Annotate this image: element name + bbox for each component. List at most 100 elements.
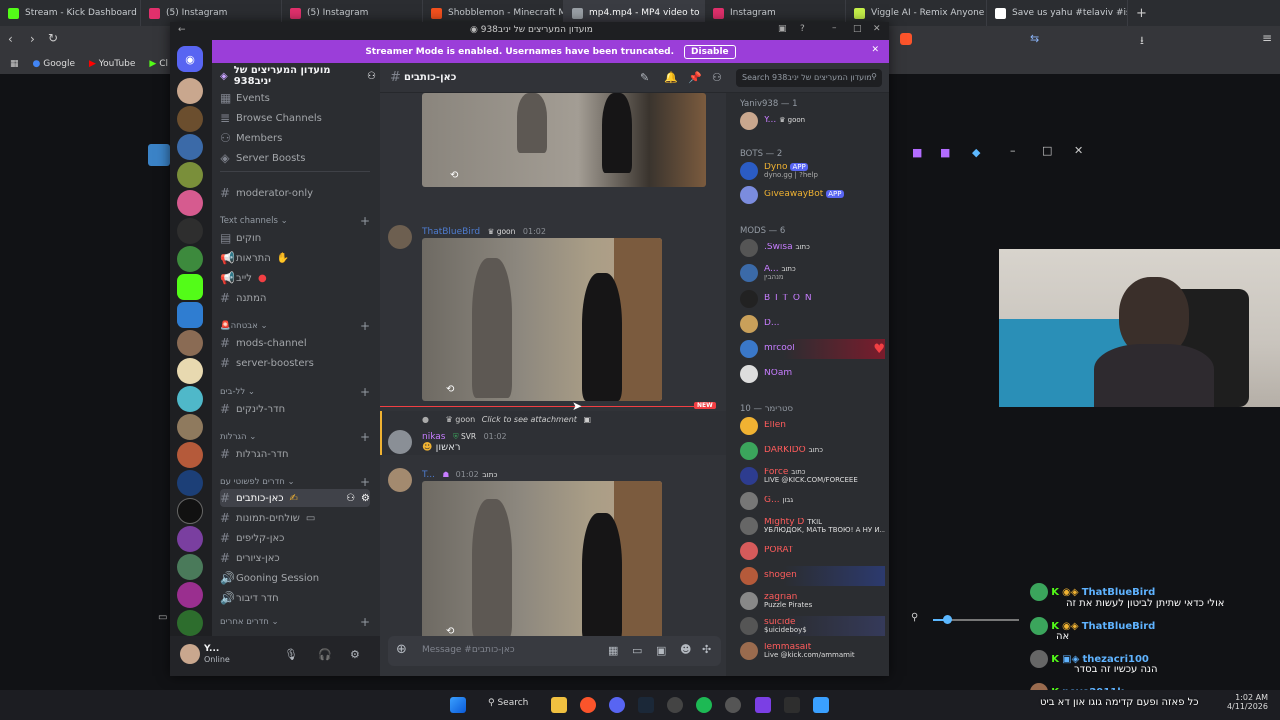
app-icon[interactable] <box>725 697 741 713</box>
new-tab-button[interactable]: + <box>1128 6 1147 21</box>
app-icon[interactable] <box>784 697 800 713</box>
server-icon[interactable] <box>177 470 203 496</box>
message-composer[interactable]: ⊕ Message #כאן-כותבים ▦ ▭ ▣ ☻ ✣ <box>388 636 721 666</box>
bookmark-google[interactable]: ● Google <box>33 59 75 69</box>
avatar[interactable] <box>388 430 412 454</box>
menu-icon[interactable]: ≡ <box>1262 31 1272 45</box>
spotify-icon[interactable] <box>696 697 712 713</box>
threads-icon[interactable]: ✎ <box>640 71 649 84</box>
voice-channel[interactable]: 🔊 חדר דיבור <box>220 589 370 607</box>
apps-icon[interactable]: ✣ <box>702 643 711 656</box>
file-explorer-icon[interactable] <box>551 697 567 713</box>
channel-item[interactable]: # המתנה <box>220 289 370 307</box>
add-channel-icon[interactable]: + <box>360 214 370 228</box>
member-list-icon[interactable]: ⚇ <box>712 71 722 84</box>
bell-icon[interactable]: 🔔 <box>664 71 678 84</box>
member-row[interactable]: B I T O N <box>740 289 885 309</box>
zoom-thumb[interactable] <box>943 615 952 624</box>
server-icon[interactable] <box>177 414 203 440</box>
discord-icon[interactable] <box>609 697 625 713</box>
member-row[interactable]: Y... ♛ goon <box>740 111 885 131</box>
brave-icon[interactable] <box>580 697 596 713</box>
server-icon[interactable] <box>177 78 203 104</box>
taskbar-clock[interactable]: 1:02 AM 4/11/2026 <box>1200 693 1268 711</box>
add-channel-icon[interactable]: + <box>360 385 370 399</box>
category-other[interactable]: חדרים אחרים ⌄ + <box>220 615 370 629</box>
browser-tab[interactable]: Stream - Kick Dashboard <box>0 0 141 26</box>
reply-preview[interactable]: ● ♛ goon Click to see attachment ▣ <box>422 415 591 424</box>
category-links[interactable]: לל-בים ⌄ + <box>220 385 370 399</box>
message-author[interactable]: T... <box>422 470 435 480</box>
member-row[interactable]: shogen <box>740 566 885 586</box>
close-icon[interactable]: ✕ <box>1074 144 1083 157</box>
member-row[interactable]: PORAT <box>740 541 885 561</box>
member-row[interactable]: Ellen <box>740 416 885 436</box>
member-row[interactable]: Dyno APP dyno.gg | ?help <box>740 161 885 181</box>
back-icon[interactable]: ‹ <box>8 32 13 46</box>
server-icon[interactable] <box>177 386 203 412</box>
member-row[interactable]: GiveawayBot APP <box>740 185 885 205</box>
channel-item[interactable]: # שולחים-תמונות ▭ <box>220 509 370 527</box>
channel-item[interactable]: ▤ חוקים <box>220 229 370 247</box>
member-row[interactable]: .Swisa כתוב <box>740 238 885 258</box>
browser-tab[interactable]: Save us yahu #telaviv #israel <box>987 0 1128 26</box>
member-row[interactable]: zagrian Puzzle Pirates <box>740 591 885 611</box>
member-row[interactable]: mrcool ♥ <box>740 339 885 359</box>
category-general[interactable]: חדרים לפשוטי עם ⌄ + <box>220 475 370 489</box>
member-row[interactable]: suicide $uicideboy$ <box>740 616 885 636</box>
avatar[interactable] <box>388 468 412 492</box>
settings-icon[interactable]: ⚙ <box>350 648 360 661</box>
member-row[interactable]: DARKIDO כתוב <box>740 441 885 461</box>
channel-item[interactable]: # כאן-קליפים <box>220 529 370 547</box>
app-icon[interactable] <box>755 697 771 713</box>
server-icon[interactable] <box>177 246 203 272</box>
member-row[interactable]: Mighty D TKIL УБЛЮДОК, МАТЬ ТВОЮ! А НУ И.… <box>740 516 885 536</box>
member-row[interactable]: NOam <box>740 364 885 384</box>
bookmark-other[interactable]: ▶ Cl <box>149 59 168 69</box>
server-icon[interactable] <box>177 134 203 160</box>
server-icon[interactable] <box>177 554 203 580</box>
kick-server-icon[interactable] <box>177 274 203 300</box>
sticker-icon[interactable]: ▣ <box>656 644 666 657</box>
avatar[interactable] <box>388 225 412 249</box>
bookmark-youtube[interactable]: ▶ YouTube <box>89 59 135 69</box>
server-icon[interactable] <box>177 302 203 328</box>
message-input[interactable]: Message #כאן-כותבים <box>422 645 515 655</box>
add-channel-icon[interactable]: + <box>360 319 370 333</box>
pin-icon[interactable]: 📌 <box>688 71 702 84</box>
message-author[interactable]: nikas <box>422 432 445 442</box>
server-header[interactable]: ◈ מועדון המעריצים של יניב938 ⚇ <box>220 65 376 87</box>
download-icon[interactable]: ⭳ <box>1140 32 1144 51</box>
app-icon[interactable] <box>813 697 829 713</box>
video-attachment[interactable]: ⟲ <box>422 93 706 187</box>
close-banner-icon[interactable]: ✕ <box>871 45 879 55</box>
browse-channels-item[interactable]: ≣ Browse Channels <box>220 109 370 127</box>
video-attachment[interactable]: ⟲ <box>422 238 662 401</box>
server-icon[interactable] <box>177 442 203 468</box>
invite-people-icon[interactable]: ⚇ <box>367 71 376 82</box>
server-icon[interactable] <box>177 330 203 356</box>
minimize-icon[interactable]: – <box>1010 144 1016 157</box>
voice-channel[interactable]: 🔊 Gooning Session <box>220 569 370 587</box>
taskbar-search[interactable]: ⚲ Search <box>488 698 528 708</box>
member-row[interactable]: G... גבון <box>740 491 885 511</box>
server-icon[interactable] <box>177 106 203 132</box>
show-desktop-icon[interactable]: ▭ <box>158 612 167 623</box>
user-name[interactable]: Y... <box>204 644 219 654</box>
channel-moderator-only[interactable]: # moderator-only <box>220 184 370 202</box>
category-giveaways[interactable]: הגרלות ⌄ + <box>220 430 370 444</box>
avatar[interactable] <box>180 644 200 664</box>
add-attachment-icon[interactable]: ⊕ <box>396 642 407 657</box>
reload-icon[interactable]: ↻ <box>48 31 58 45</box>
channel-item-active[interactable]: # כאן-כותבים ✍ ⚇ ⚙ <box>220 489 370 507</box>
back-icon[interactable]: ← <box>178 25 186 35</box>
headphones-icon[interactable]: 🎧 <box>318 648 332 661</box>
brave-shield-icon[interactable] <box>900 33 912 45</box>
server-icon[interactable] <box>177 190 203 216</box>
inbox-icon[interactable]: ▣ <box>778 24 787 34</box>
video-attachment[interactable]: ⟲ <box>422 481 662 636</box>
side-app-icon[interactable] <box>148 144 170 166</box>
member-row[interactable]: D... <box>740 314 885 334</box>
channel-item[interactable]: # כאן-ציורים <box>220 549 370 567</box>
gif-button-icon[interactable]: ▭ <box>632 644 642 657</box>
